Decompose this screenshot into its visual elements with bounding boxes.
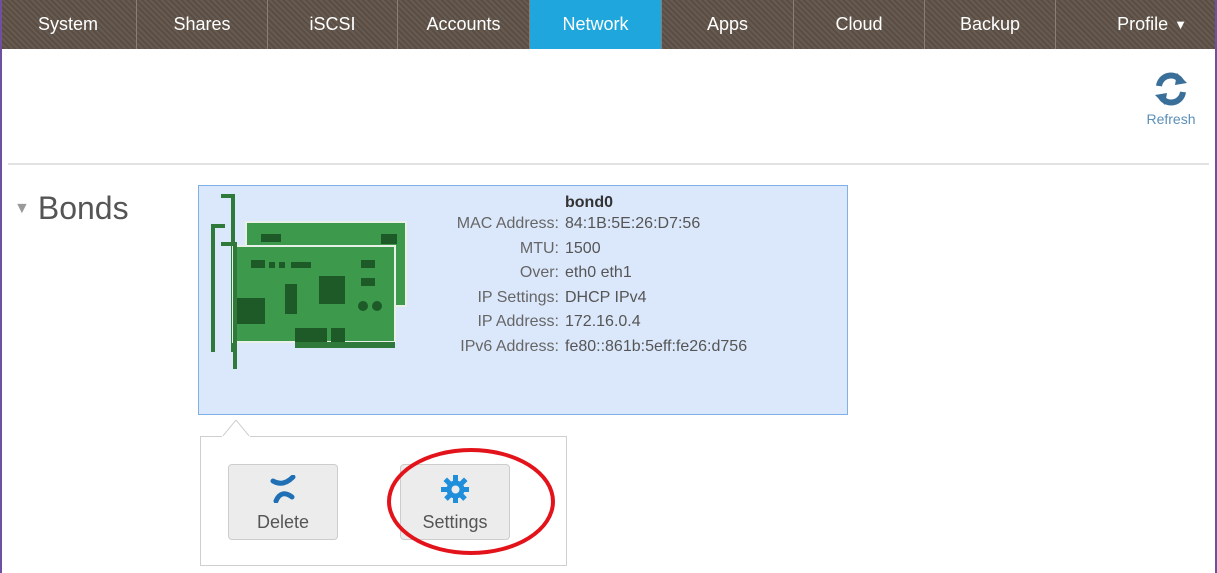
section-title: Bonds — [37, 190, 129, 226]
triangle-down-icon: ▼ — [14, 199, 30, 217]
refresh-label: Refresh — [1146, 111, 1196, 127]
detail-key: IPv6 Address: — [460, 337, 559, 355]
delete-label: Delete — [256, 512, 310, 532]
bond-name: bond0 — [565, 194, 613, 211]
detail-value: 1500 — [565, 239, 601, 257]
detail-value: eth0 eth1 — [565, 264, 632, 281]
detail-row-ipv6-address: IPv6 Address: fe80::861b:5eff:fe26:d756 — [429, 335, 747, 360]
detail-row-mac: MAC Address: 84:1B:5E:26:D7:56 — [429, 212, 747, 237]
tab-iscsi[interactable]: iSCSI — [268, 0, 398, 49]
detail-key: IP Address: — [477, 313, 559, 330]
detail-key: MAC Address: — [456, 215, 559, 232]
detail-value: 172.16.0.4 — [565, 313, 641, 330]
network-card-icon — [211, 194, 407, 369]
detail-row-ip-address: IP Address: 172.16.0.4 — [429, 310, 747, 335]
bond-card[interactable]: bond0 MAC Address: 84:1B:5E:26:D7:56 MTU… — [198, 185, 848, 415]
detail-value: 84:1B:5E:26:D7:56 — [565, 215, 701, 232]
settings-label: Settings — [422, 512, 488, 532]
detail-row-mtu: MTU: 1500 — [429, 237, 747, 262]
tab-network[interactable]: Network — [530, 0, 662, 49]
tab-apps[interactable]: Apps — [662, 0, 794, 49]
detail-key: Over: — [519, 264, 559, 281]
delete-button[interactable]: Delete — [228, 464, 338, 540]
tab-cloud[interactable]: Cloud — [794, 0, 925, 49]
profile-menu[interactable]: Profile ▼ — [1056, 0, 1197, 49]
toolbar: Refresh — [8, 49, 1209, 165]
bond-details: bond0 MAC Address: 84:1B:5E:26:D7:56 MTU… — [429, 194, 747, 359]
detail-key: IP Settings: — [477, 288, 559, 306]
tab-backup[interactable]: Backup — [925, 0, 1056, 49]
detail-value: DHCP IPv4 — [565, 288, 647, 306]
tab-shares[interactable]: Shares — [137, 0, 268, 49]
refresh-button[interactable]: Refresh — [1139, 69, 1203, 127]
settings-button[interactable]: Settings — [400, 464, 510, 540]
tab-accounts[interactable]: Accounts — [398, 0, 530, 49]
tab-system[interactable]: System — [0, 0, 137, 49]
caret-down-icon: ▼ — [1174, 17, 1187, 32]
detail-row-over: Over: eth0 eth1 — [429, 261, 747, 286]
profile-label: Profile — [1117, 14, 1169, 34]
popup-pointer — [222, 420, 250, 448]
bonds-section-header[interactable]: ▼ Bonds — [14, 190, 129, 227]
detail-key: MTU: — [519, 239, 559, 257]
detail-value: fe80::861b:5eff:fe26:d756 — [565, 337, 748, 355]
gear-icon — [441, 475, 469, 503]
refresh-icon — [1155, 72, 1187, 106]
detail-row-ip-settings: IP Settings: DHCP IPv4 — [429, 286, 747, 311]
x-icon — [270, 474, 296, 504]
top-nav: System Shares iSCSI Accounts Network App… — [0, 0, 1217, 49]
